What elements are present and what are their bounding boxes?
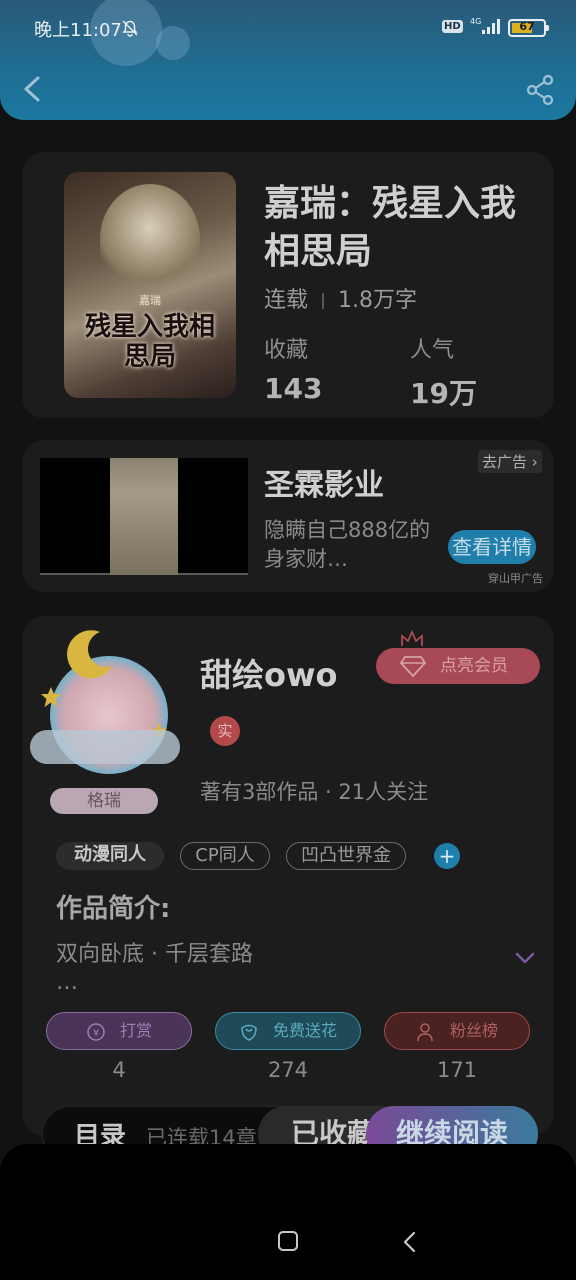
avatar-tag: 格瑞 <box>50 788 158 814</box>
reward-label: 打赏 <box>119 1021 152 1040</box>
ad-description: 隐瞒自己888亿的身家财… <box>264 518 431 571</box>
user-icon <box>417 1022 433 1041</box>
crown-icon <box>401 630 423 646</box>
ad-detail-button[interactable]: 查看详情 <box>448 530 536 564</box>
send-flower-button[interactable]: 免费送花 <box>215 1012 361 1050</box>
share-icon[interactable] <box>522 72 558 108</box>
status-bar: 晚上11:07 HD 4G 67 <box>0 0 576 56</box>
author-stats: 著有3部作品 · 21人关注 <box>200 780 429 804</box>
ad-person-image <box>110 458 178 575</box>
vip-button-label: 点亮会员 <box>440 656 508 676</box>
battery-tip <box>546 25 549 31</box>
reward-count: 4 <box>112 1058 126 1082</box>
network-type: 4G <box>470 17 481 26</box>
intro-ellipsis: … <box>56 970 78 995</box>
system-nav-bar <box>0 1144 576 1280</box>
book-status: 连载 <box>264 288 309 313</box>
moon-icon <box>67 630 112 679</box>
meta-divider <box>322 293 325 309</box>
intro-text: 双向卧底 · 千层套路 <box>56 942 253 967</box>
collect-label: 收藏 <box>264 338 309 363</box>
cover-title: 残星入我相思局 <box>84 312 215 372</box>
tag-item[interactable]: 凹凸世界金 <box>286 842 406 870</box>
author-name: 甜绘owo <box>200 656 338 694</box>
remove-ad-label: 去广告 <box>482 453 528 471</box>
verified-badge: 实 <box>210 716 240 746</box>
signal-icon: 4G <box>470 17 500 34</box>
remove-ad-button[interactable]: 去广告 › <box>478 450 542 473</box>
battery-level: 67 <box>519 20 535 33</box>
collect-value: 143 <box>264 372 323 405</box>
book-cover[interactable]: 嘉瑞 残星入我相思局 <box>64 172 236 398</box>
home-square-icon[interactable] <box>278 1231 298 1251</box>
flower-icon <box>241 1024 257 1041</box>
ad-title: 圣霖影业 <box>264 468 384 503</box>
popularity-value: 19万 <box>410 377 477 410</box>
cover-series: 嘉瑞 <box>139 294 161 307</box>
cover-illustration <box>100 184 200 294</box>
book-word-count: 1.8万字 <box>338 288 418 313</box>
popularity-label: 人气 <box>410 338 455 363</box>
fans-ranking-label: 粉丝榜 <box>449 1021 498 1040</box>
tag-item[interactable]: CP同人 <box>180 842 270 870</box>
svg-text:¥: ¥ <box>93 1028 99 1039</box>
diamond-icon <box>400 656 426 677</box>
intro-label: 作品简介: <box>56 894 171 924</box>
back-arrow-icon[interactable] <box>18 74 46 104</box>
hd-badge: HD <box>442 20 463 33</box>
book-title: 嘉瑞：残星入我相思局 <box>264 183 517 272</box>
ad-video-thumbnail[interactable] <box>40 458 248 575</box>
ad-source: 穿山甲广告 <box>488 572 543 585</box>
chevron-down-icon[interactable] <box>512 948 538 968</box>
add-tag-button[interactable]: + <box>434 843 460 869</box>
reward-button[interactable]: ¥ 打赏 <box>46 1012 192 1050</box>
tag-item[interactable]: 动漫同人 <box>56 842 164 870</box>
send-flower-label: 免费送花 <box>272 1021 337 1040</box>
chevron-right-icon: › <box>531 453 538 471</box>
fans-count: 171 <box>436 1058 478 1082</box>
yen-icon: ¥ <box>87 1022 105 1041</box>
nav-back-icon[interactable] <box>400 1230 420 1254</box>
flower-count: 274 <box>267 1058 309 1082</box>
cloud-decoration <box>30 730 180 764</box>
star-icon <box>41 687 61 707</box>
battery-icon: 67 <box>508 19 549 37</box>
mute-bell-icon <box>122 20 138 37</box>
book-meta: 连载 1.8万字 <box>264 282 417 314</box>
status-time: 晚上11:07 <box>34 20 122 41</box>
fans-ranking-button[interactable]: 粉丝榜 <box>384 1012 530 1050</box>
